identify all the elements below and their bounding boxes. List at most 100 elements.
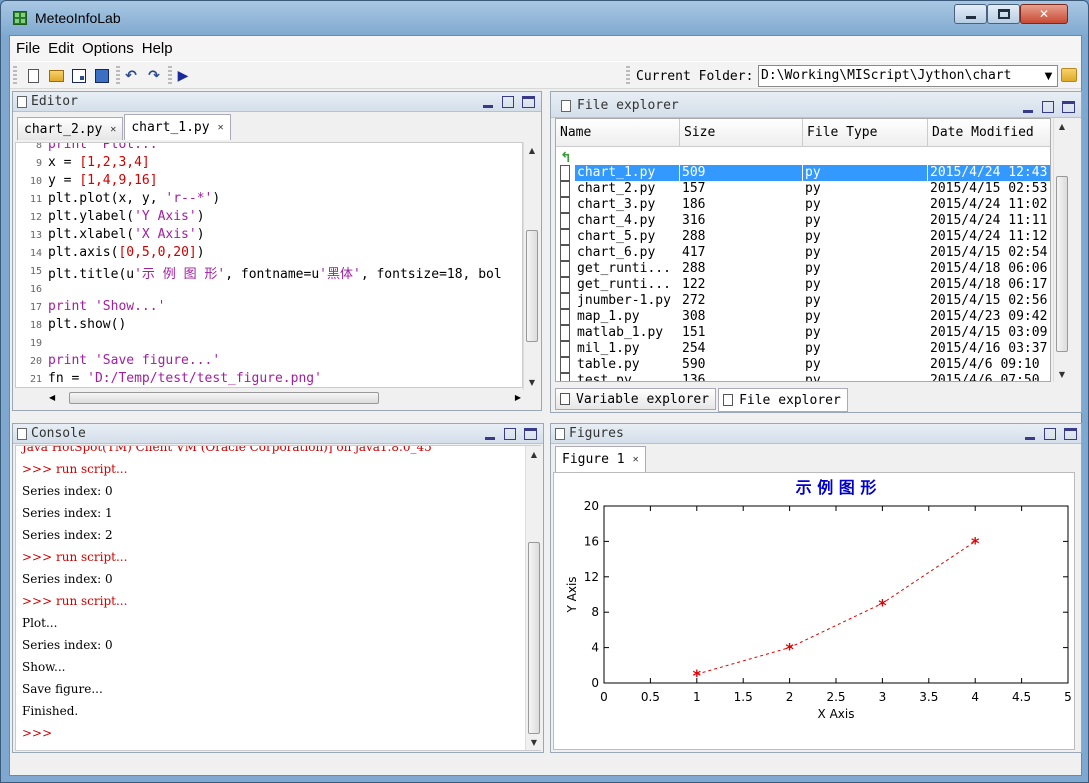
- panel-maximize-icon[interactable]: [521, 95, 535, 109]
- file-row[interactable]: chart_1.py 509 py 2015/4/24 12:43: [556, 165, 1050, 181]
- panel-maximize-icon[interactable]: [1061, 100, 1075, 114]
- scroll-down-icon[interactable]: ▼: [524, 374, 540, 390]
- tab-variable-explorer[interactable]: Variable explorer: [555, 388, 717, 410]
- scroll-up-icon[interactable]: ▲: [524, 142, 540, 158]
- file-row[interactable]: chart_5.py 288 py 2015/4/24 11:12: [556, 229, 1050, 245]
- panel-maximize-icon[interactable]: [523, 427, 537, 441]
- panel-restore-icon[interactable]: [1041, 100, 1055, 114]
- scroll-up-icon[interactable]: ▲: [526, 446, 542, 462]
- code-line[interactable]: 21 fn = 'D:/Temp/test/test_figure.png': [16, 371, 522, 387]
- save-all-button[interactable]: [93, 67, 111, 85]
- menu-file[interactable]: File: [12, 40, 44, 57]
- editor-vertical-scrollbar[interactable]: ▲ ▼: [523, 142, 539, 390]
- close-tab-icon[interactable]: ✕: [110, 124, 116, 135]
- scroll-up-icon[interactable]: ▲: [1054, 118, 1070, 134]
- console-line: >>> run script...: [22, 462, 128, 476]
- column-header-type[interactable]: File Type: [803, 119, 928, 147]
- tab-chart-1[interactable]: chart_1.py ✕: [124, 114, 231, 140]
- close-tab-icon[interactable]: ✕: [633, 454, 639, 465]
- column-header-size[interactable]: Size: [680, 119, 803, 147]
- column-header-date[interactable]: Date Modified: [928, 119, 1050, 147]
- menu-edit[interactable]: Edit: [44, 40, 78, 57]
- panel-restore-icon[interactable]: [503, 427, 517, 441]
- scroll-thumb[interactable]: [526, 230, 538, 342]
- code-line[interactable]: 8 print 'Plot...': [16, 143, 522, 155]
- undo-button[interactable]: ↶: [122, 67, 140, 85]
- file-row[interactable]: mil_1.py 254 py 2015/4/16 03:37: [556, 341, 1050, 357]
- file-name: map_1.py: [577, 309, 640, 324]
- panel-minimize-icon[interactable]: [483, 427, 497, 441]
- scroll-thumb[interactable]: [69, 392, 379, 404]
- code-line[interactable]: 14 plt.axis([0,5,0,20]): [16, 245, 522, 263]
- file-row[interactable]: chart_3.py 186 py 2015/4/24 11:02: [556, 197, 1050, 213]
- title-bar[interactable]: MeteoInfoLab ✕: [1, 1, 1088, 35]
- panel-maximize-icon[interactable]: [1063, 427, 1077, 441]
- code-line[interactable]: 20 print 'Save figure...': [16, 353, 522, 371]
- file-row[interactable]: chart_4.py 316 py 2015/4/24 11:11: [556, 213, 1050, 229]
- file-icon: [560, 341, 570, 357]
- browse-folder-icon[interactable]: [1061, 68, 1077, 82]
- panel-minimize-icon[interactable]: [1023, 427, 1037, 441]
- panel-minimize-icon[interactable]: [1021, 100, 1035, 114]
- console-output[interactable]: Java HotSpot(TM) Client VM (Oracle Corpo…: [15, 445, 541, 751]
- code-line[interactable]: 16: [16, 281, 522, 299]
- file-row[interactable]: chart_2.py 157 py 2015/4/15 02:53: [556, 181, 1050, 197]
- column-header-name[interactable]: Name: [556, 119, 680, 147]
- scroll-thumb[interactable]: [1056, 176, 1068, 352]
- tab-figure-1[interactable]: Figure 1 ✕: [555, 446, 646, 472]
- panel-restore-icon[interactable]: [501, 95, 515, 109]
- close-button[interactable]: ✕: [1020, 4, 1068, 24]
- save-button[interactable]: [70, 67, 88, 85]
- file-type: py: [805, 341, 821, 356]
- file-row[interactable]: chart_6.py 417 py 2015/4/15 02:54: [556, 245, 1050, 261]
- scroll-left-icon[interactable]: ◀: [49, 393, 55, 402]
- scroll-thumb[interactable]: [528, 542, 540, 734]
- menu-help[interactable]: Help: [138, 40, 177, 57]
- tab-file-explorer[interactable]: File explorer: [718, 388, 848, 412]
- file-row[interactable]: map_1.py 308 py 2015/4/23 09:42: [556, 309, 1050, 325]
- explorer-tabs: Variable explorer File explorer: [555, 388, 850, 412]
- new-file-button[interactable]: [24, 67, 42, 85]
- file-vertical-scrollbar[interactable]: ▲ ▼: [1053, 118, 1069, 382]
- file-row[interactable]: matlab_1.py 151 py 2015/4/15 03:09: [556, 325, 1050, 341]
- code-line[interactable]: 11 plt.plot(x, y, 'r--*'): [16, 191, 522, 209]
- current-folder-input[interactable]: D:\Working\MIScript\Jython\chart: [758, 65, 1058, 87]
- open-file-button[interactable]: [47, 67, 65, 85]
- file-row[interactable]: test.py 136 py 2015/4/6 07:50: [556, 373, 1050, 381]
- file-row[interactable]: jnumber-1.py 272 py 2015/4/15 02:56: [556, 293, 1050, 309]
- close-tab-icon[interactable]: ✕: [218, 122, 224, 133]
- menu-options[interactable]: Options: [78, 40, 138, 57]
- file-date: 2015/4/18 06:17: [930, 277, 1048, 292]
- scroll-down-icon[interactable]: ▼: [1054, 366, 1070, 382]
- run-button[interactable]: ▶: [174, 67, 192, 85]
- code-text: print 'Show...': [48, 299, 166, 314]
- toolbar-grip[interactable]: [13, 66, 17, 86]
- parent-folder-icon[interactable]: ↰: [560, 150, 572, 166]
- code-line[interactable]: 13 plt.xlabel('X Axis'): [16, 227, 522, 245]
- code-line[interactable]: 9 x = [1,2,3,4]: [16, 155, 522, 173]
- code-line[interactable]: 17 print 'Show...': [16, 299, 522, 317]
- code-line[interactable]: 12 plt.ylabel('Y Axis'): [16, 209, 522, 227]
- console-line: >>> run script...: [22, 550, 128, 564]
- scroll-right-icon[interactable]: ▶: [515, 393, 521, 402]
- toolbar-grip-2[interactable]: [626, 66, 630, 86]
- redo-button[interactable]: ↷: [145, 67, 163, 85]
- code-line[interactable]: 10 y = [1,4,9,16]: [16, 173, 522, 191]
- panel-minimize-icon[interactable]: [481, 95, 495, 109]
- code-line[interactable]: 19: [16, 335, 522, 353]
- figure-canvas[interactable]: 0 0.5 1 1.5 2 2.5 3 3.5 4 4.5 5 0 4 8 12 16 20 X Axis Y Ax…: [553, 472, 1075, 750]
- code-editor[interactable]: 8 print 'Plot...' 9 x = [1,2,3,4] 10 y = [1,4…: [15, 142, 523, 388]
- console-vertical-scrollbar[interactable]: ▲ ▼: [525, 446, 541, 750]
- file-row[interactable]: get_runti... 288 py 2015/4/18 06:06: [556, 261, 1050, 277]
- file-row[interactable]: get_runti... 122 py 2015/4/18 06:17: [556, 277, 1050, 293]
- editor-horizontal-scrollbar[interactable]: ◀ ▶: [49, 390, 523, 406]
- panel-restore-icon[interactable]: [1043, 427, 1057, 441]
- tab-chart-2[interactable]: chart_2.py ✕: [17, 117, 124, 140]
- chevron-down-icon[interactable]: ▼: [1040, 66, 1057, 86]
- code-line[interactable]: 18 plt.show(): [16, 317, 522, 335]
- code-line[interactable]: 15 plt.title(u'示 例 图 形', fontname=u'黑体', …: [16, 263, 522, 282]
- maximize-button[interactable]: [987, 4, 1020, 24]
- file-row[interactable]: table.py 590 py 2015/4/6 09:10: [556, 357, 1050, 373]
- scroll-down-icon[interactable]: ▼: [526, 734, 542, 750]
- minimize-button[interactable]: [954, 4, 987, 24]
